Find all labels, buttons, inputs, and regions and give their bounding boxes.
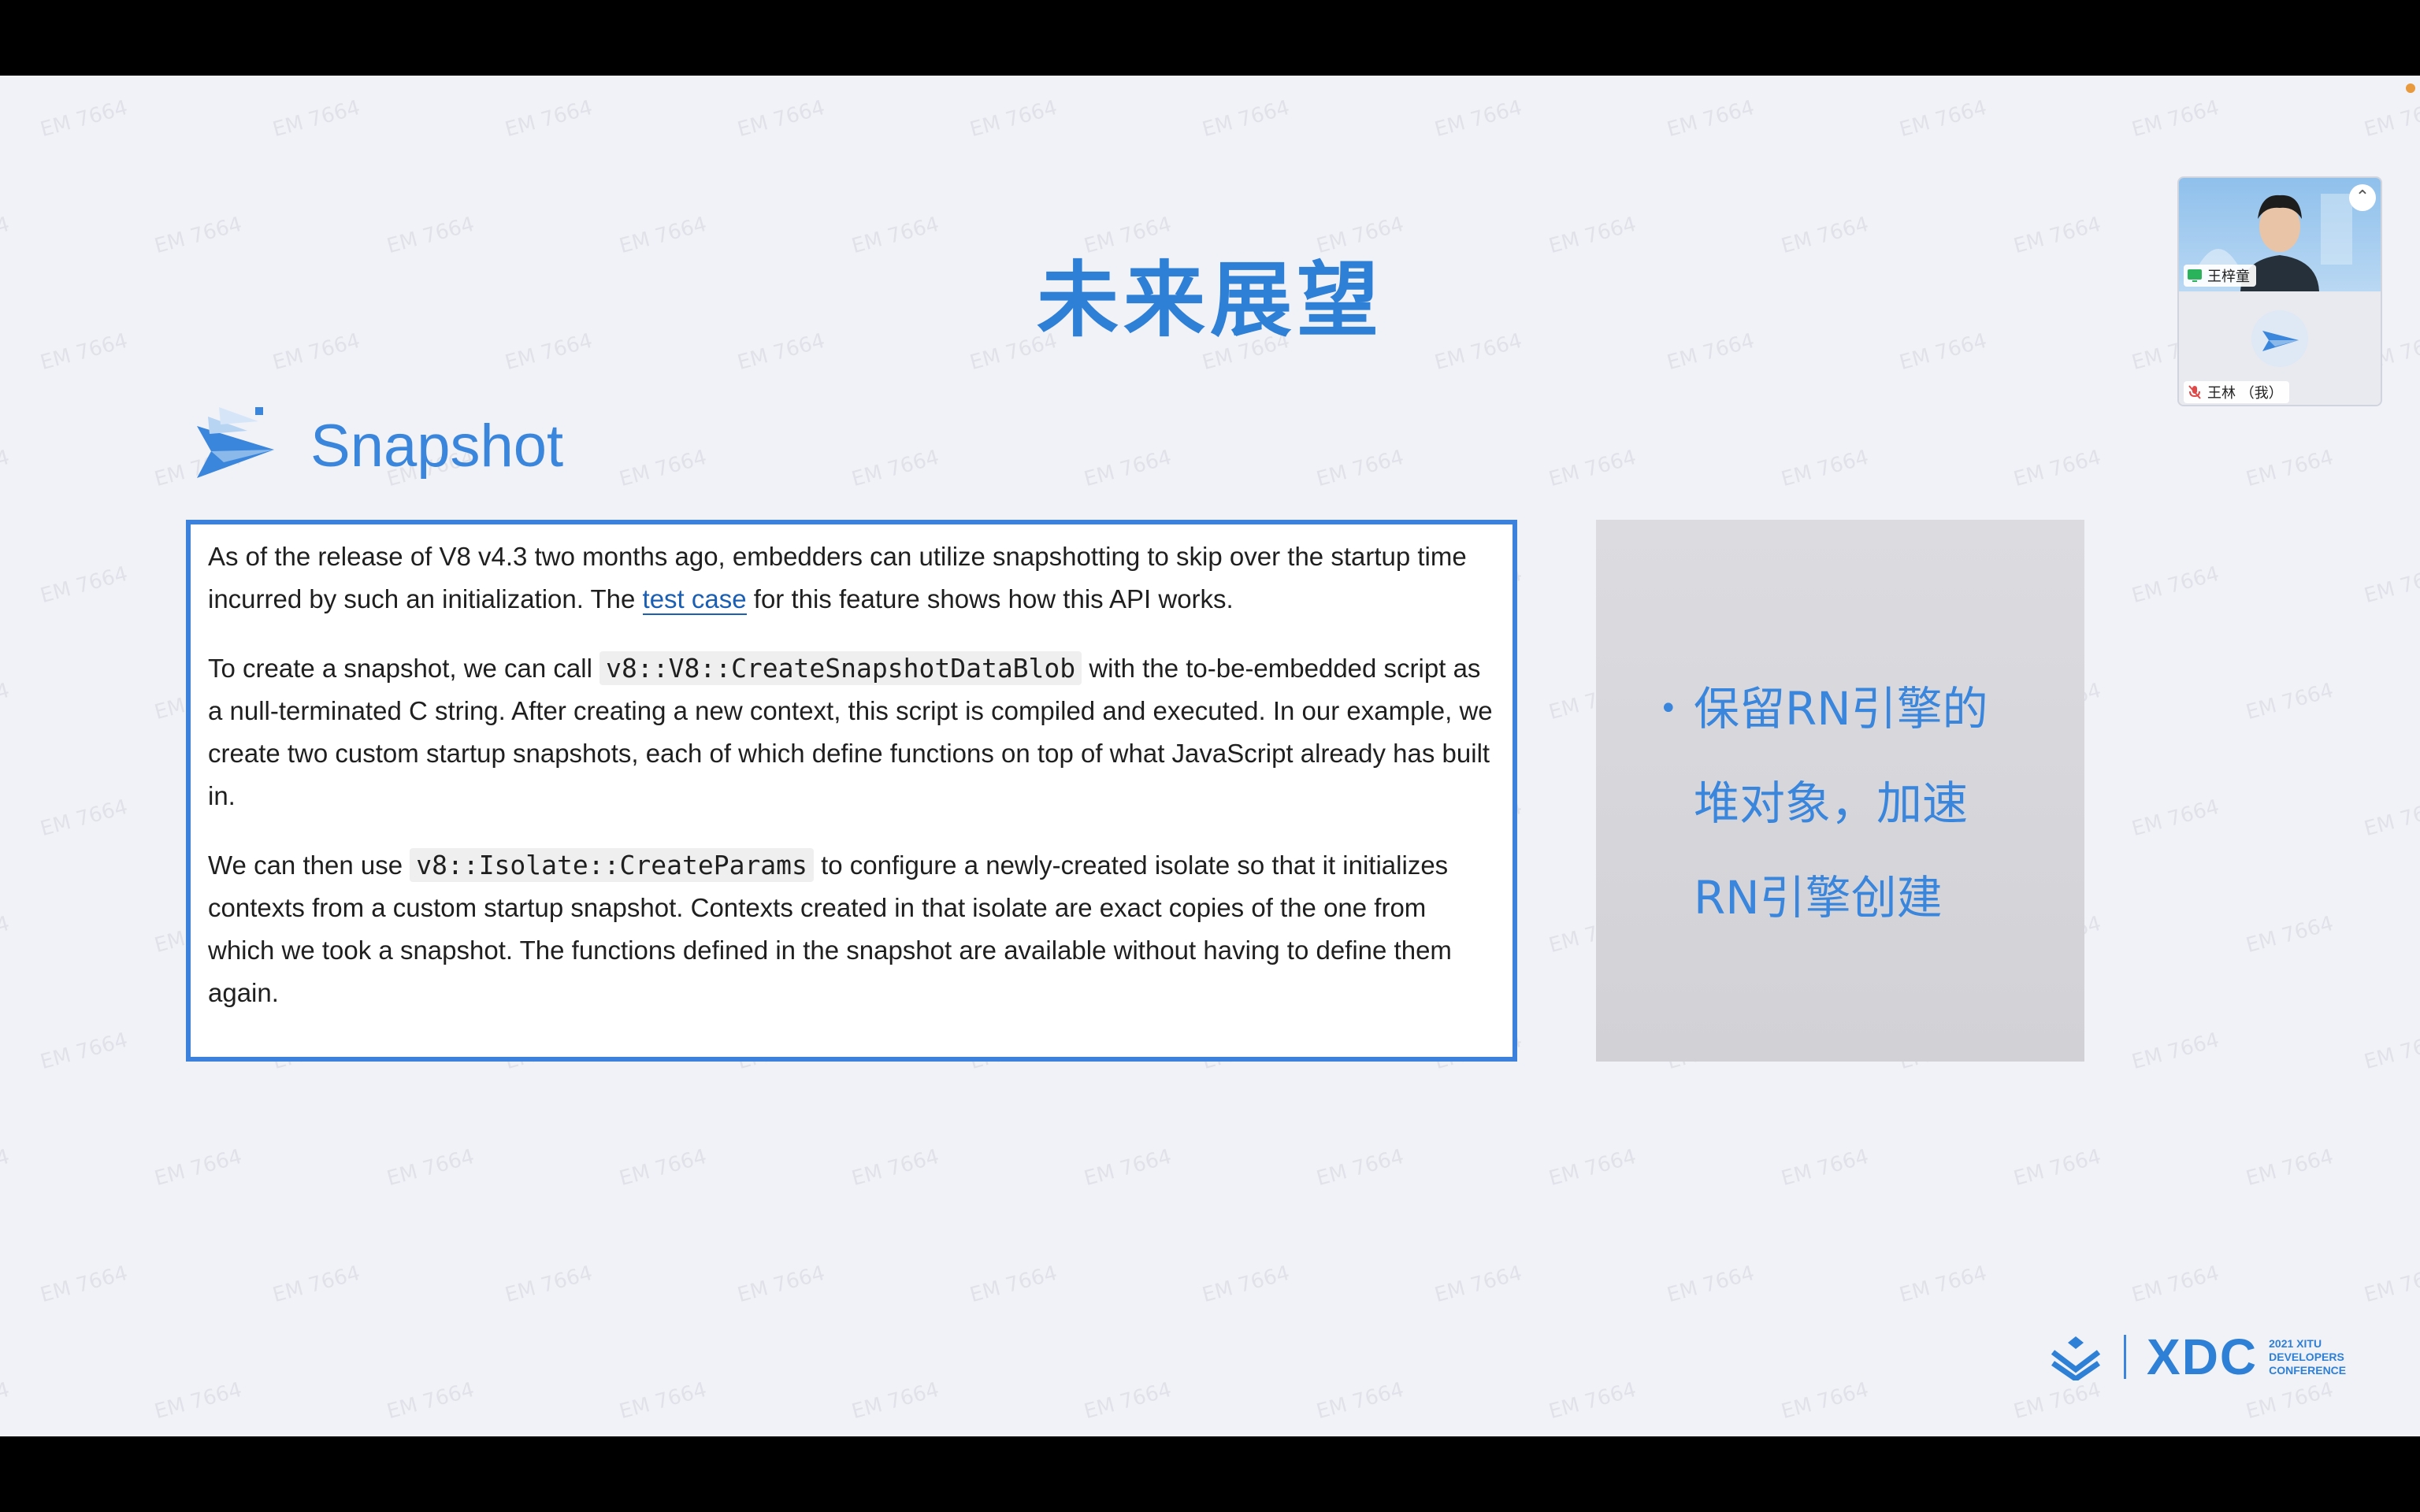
watermark-text: EM 7664 (2011, 445, 2104, 492)
watermark-text: EM 7664 (270, 95, 363, 143)
paper-plane-logo-icon (197, 407, 274, 478)
watermark-text: EM 7664 (1546, 445, 1639, 492)
summary-line: RN引擎创建 (1694, 871, 1943, 925)
watermark-text: EM 7664 (2129, 95, 2222, 143)
watermark-text: EM 7664 (2244, 445, 2336, 492)
watermark-text: EM 7664 (1432, 1261, 1525, 1308)
code-create-snapshot-data-blob: v8::V8::CreateSnapshotDataBlob (599, 651, 1082, 685)
watermark-text: EM 7664 (2362, 95, 2420, 143)
watermark-text: EM 7664 (152, 1377, 245, 1425)
paragraph-1: As of the release of V8 v4.3 two months … (208, 542, 1467, 615)
avatar (2251, 310, 2308, 367)
watermark-text: EM 7664 (2362, 561, 2420, 609)
watermark-text: EM 7664 (2362, 795, 2420, 842)
self-video-tile[interactable]: 王林 （我） (2179, 293, 2381, 405)
participant-video-panel[interactable]: ⌃ 王梓童 王林 （我） (2177, 176, 2382, 406)
watermark-text: EM 7664 (1546, 1144, 1639, 1191)
watermark-text: EM 7664 (849, 445, 942, 492)
watermark-text: EM 7664 (2362, 1261, 2420, 1308)
section-heading: Snapshot (192, 391, 563, 501)
watermark-text: EM 7664 (1200, 1261, 1293, 1308)
watermark-text: EM 7664 (0, 445, 13, 491)
watermark-text: EM 7664 (1897, 1261, 1990, 1308)
watermark-text: EM 7664 (0, 678, 13, 724)
watermark-text: EM 7664 (1082, 1144, 1175, 1191)
xdc-conference-logo: XDC 2021 XITU DEVELOPERS CONFERENCE (2048, 1328, 2346, 1386)
watermark-text: EM 7664 (1200, 95, 1293, 143)
watermark-text: EM 7664 (0, 1377, 13, 1424)
watermark-text: EM 7664 (2011, 1144, 2104, 1191)
watermark-text: EM 7664 (1082, 1377, 1175, 1425)
mic-muted-icon (2188, 385, 2201, 399)
watermark-text: EM 7664 (1779, 445, 1872, 492)
watermark-text: EM 7664 (967, 95, 1060, 143)
logo-divider (2124, 1335, 2126, 1379)
summary-list: • 保留RN引擎的 堆对象，加速 RN引擎创建 (1659, 662, 2053, 945)
watermark-text: EM 7664 (735, 1261, 828, 1308)
watermark-text: EM 7664 (617, 1144, 710, 1191)
participant-name-tag: 王梓童 (2184, 265, 2256, 287)
watermark-text: EM 7664 (270, 1261, 363, 1308)
slide-title: 未来展望 (1036, 252, 1383, 348)
watermark-text: EM 7664 (2129, 561, 2222, 609)
watermark-text: EM 7664 (1665, 1261, 1757, 1308)
participant-video-feed[interactable]: ⌃ 王梓童 (2179, 178, 2381, 291)
xdc-brand: XDC (2147, 1329, 2259, 1385)
participant-name-tag: 王林 （我） (2184, 381, 2289, 403)
conference-subtitle: 2021 XITU DEVELOPERS CONFERENCE (2269, 1336, 2347, 1377)
bullet-icon: • (1659, 691, 1678, 727)
watermark-text: EM 7664 (152, 1144, 245, 1191)
watermark-text: EM 7664 (384, 1377, 477, 1425)
xdc-mark-icon (2051, 1336, 2101, 1380)
watermark-text: EM 7664 (38, 561, 131, 609)
watermark-text: EM 7664 (617, 1377, 710, 1425)
watermark-text: EM 7664 (38, 95, 131, 143)
v8-snapshot-doc-excerpt: As of the release of V8 v4.3 two months … (186, 520, 1517, 1062)
watermark-text: EM 7664 (2129, 1028, 2222, 1075)
paper-plane-avatar-icon (2262, 331, 2299, 351)
watermark-text: EM 7664 (967, 1261, 1060, 1308)
watermark-text: EM 7664 (1314, 1377, 1407, 1425)
section-heading-label: Snapshot (310, 412, 564, 480)
watermark-text: EM 7664 (1082, 445, 1175, 492)
watermark-text: EM 7664 (2129, 1261, 2222, 1308)
watermark-text: EM 7664 (617, 445, 710, 492)
screen-share-icon (2188, 269, 2202, 282)
recording-status-dot (2406, 83, 2415, 93)
watermark-text: EM 7664 (38, 1028, 131, 1075)
watermark-text: EM 7664 (2244, 678, 2336, 725)
watermark-text: EM 7664 (2244, 911, 2336, 958)
paragraph-3: We can then use v8::Isolate::CreateParam… (208, 848, 1452, 1007)
presentation-slide: EM 7664 EM 7664 EM 7664 EM 7664 EM 7664 EM 76… (0, 76, 2420, 1436)
watermark-text: EM 7664 (1314, 445, 1407, 492)
watermark-text: EM 7664 (2129, 795, 2222, 842)
watermark-text: EM 7664 (1779, 1144, 1872, 1191)
summary-line: 堆对象，加速 (1694, 776, 1969, 830)
watermark-text: EM 7664 (1665, 95, 1757, 143)
summary-line: • 保留RN引擎的 (1659, 662, 2053, 756)
watermark-text: EM 7664 (0, 911, 13, 958)
watermark-text: EM 7664 (1897, 95, 1990, 143)
watermark-text: EM 7664 (503, 1261, 596, 1308)
watermark-text: EM 7664 (0, 1144, 13, 1191)
watermark-text: EM 7664 (1546, 1377, 1639, 1425)
collapse-panel-button[interactable]: ⌃ (2349, 184, 2376, 211)
watermark-text: EM 7664 (2362, 1028, 2420, 1075)
watermark-text: EM 7664 (1432, 95, 1525, 143)
watermark-text: EM 7664 (849, 1377, 942, 1425)
watermark-text: EM 7664 (1314, 1144, 1407, 1191)
watermark-text: EM 7664 (384, 1144, 477, 1191)
watermark-text: EM 7664 (735, 95, 828, 143)
code-isolate-create-params: v8::Isolate::CreateParams (410, 848, 814, 882)
watermark-text: EM 7664 (38, 795, 131, 842)
test-case-link[interactable]: test case (642, 584, 747, 615)
watermark-text: EM 7664 (38, 1261, 131, 1308)
watermark-text: EM 7664 (503, 95, 596, 143)
paragraph-2: To create a snapshot, we can call v8::V8… (208, 651, 1493, 810)
summary-card: • 保留RN引擎的 堆对象，加速 RN引擎创建 (1596, 520, 2084, 1062)
watermark-text: EM 7664 (2244, 1144, 2336, 1191)
watermark-text: EM 7664 (849, 1144, 942, 1191)
watermark-text: EM 7664 (1779, 1377, 1872, 1425)
